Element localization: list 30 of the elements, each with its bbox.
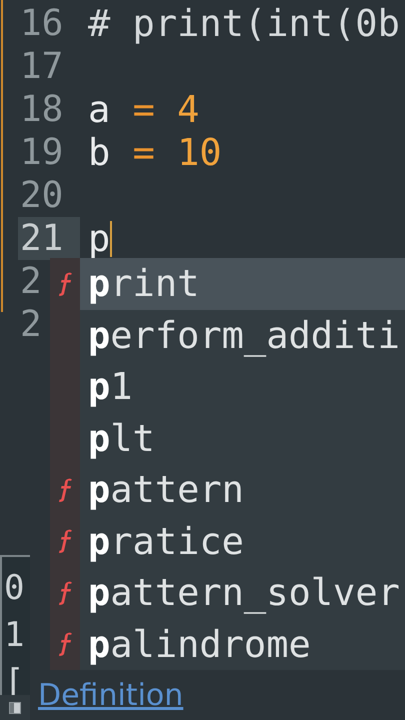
line-number: 20 (20, 174, 64, 217)
code-line: a = 4 (88, 88, 200, 131)
line-number: 2 (20, 303, 42, 346)
function-icon (57, 476, 73, 503)
code-line: p (88, 217, 110, 260)
function-icon (57, 528, 73, 554)
completion-item[interactable]: print (50, 258, 405, 310)
console-line: 1 (4, 614, 26, 657)
completion-item[interactable]: pratice (50, 516, 405, 567)
completion-item[interactable]: p1 (50, 361, 405, 412)
completion-item[interactable]: pattern_solver (50, 567, 405, 618)
function-icon (57, 270, 73, 297)
definition-link[interactable]: Definition (38, 678, 184, 712)
line-number: 18 (20, 88, 64, 131)
line-number: 2 (20, 260, 42, 303)
line-number: 19 (20, 131, 64, 174)
completion-item[interactable]: plt (50, 412, 405, 464)
panel-icon[interactable] (9, 702, 21, 714)
completion-item[interactable]: perform_additi (50, 310, 405, 361)
function-icon (57, 580, 73, 606)
function-icon (57, 631, 73, 658)
text-cursor (110, 220, 112, 256)
completion-item[interactable]: pattern (50, 464, 405, 516)
line-number: 17 (20, 45, 64, 88)
console-line: 0 (4, 567, 26, 610)
line-number: 21 (20, 217, 64, 260)
line-number: 16 (20, 2, 64, 45)
code-line: # print(int(0b (88, 2, 400, 45)
completion-item[interactable]: palindrome (50, 618, 405, 670)
code-line: b = 10 (88, 131, 222, 174)
